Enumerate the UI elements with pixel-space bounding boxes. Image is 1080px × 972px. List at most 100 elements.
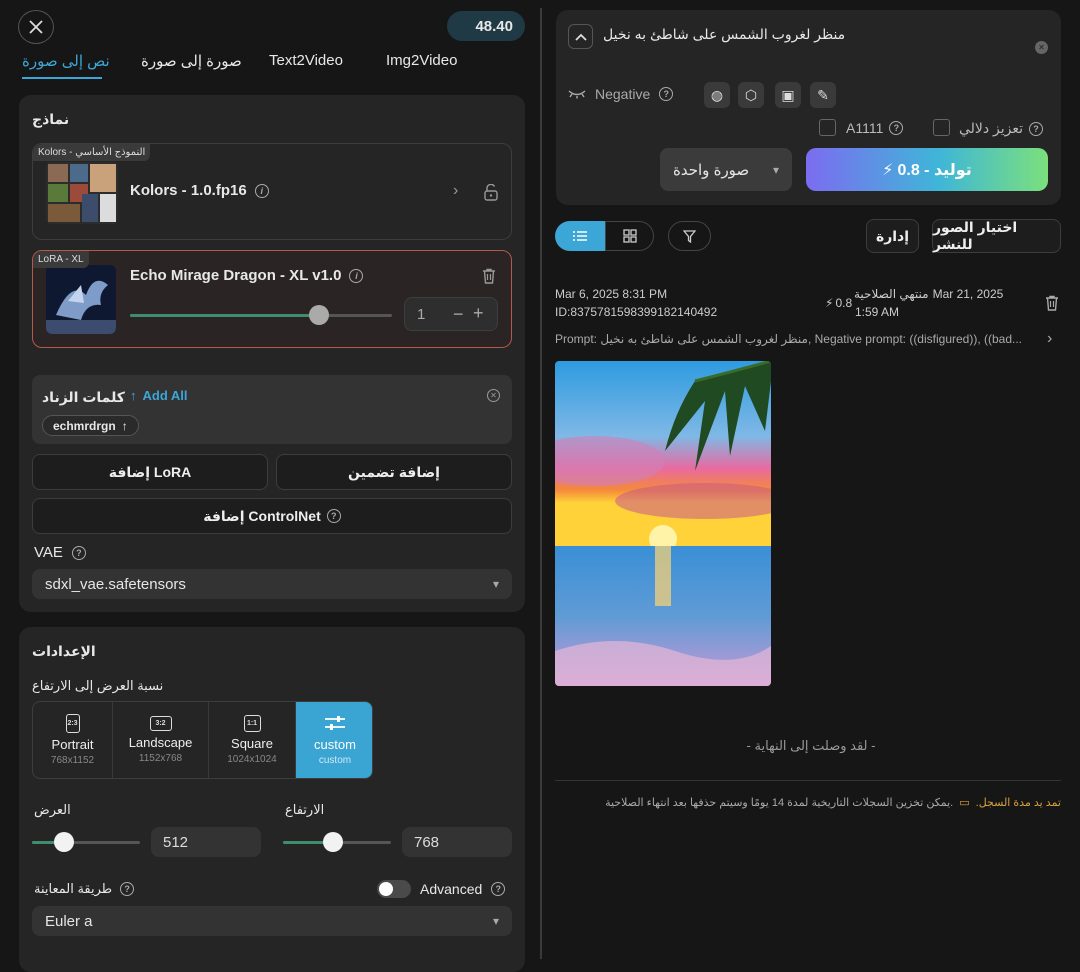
plus-icon[interactable]: + [473, 303, 484, 324]
generated-image[interactable] [555, 361, 771, 686]
semantic-boost-checkbox[interactable] [933, 119, 950, 136]
lora-badge: LoRA - XL [33, 251, 89, 268]
image-count-value: صورة واحدة [673, 161, 750, 179]
filter-icon [683, 229, 696, 243]
record-cost-value: 0.8 [835, 296, 853, 310]
semantic-boost-label-text: تعزيز دلالي [959, 120, 1024, 136]
tab-text2video[interactable]: Text2Video [269, 52, 343, 69]
lora-weight-value: 1 [417, 305, 426, 323]
select-publish-button[interactable]: اختيار الصور للنشر [932, 219, 1061, 253]
prompt-text[interactable]: منظر لغروب الشمس على شاطئ به نخيل [603, 26, 845, 43]
height-input[interactable]: 768 [402, 827, 512, 857]
minus-icon[interactable]: − [453, 304, 464, 325]
generate-label: 0.8 - توليد [897, 161, 972, 179]
dice-icon[interactable]: ⬡ [738, 82, 764, 108]
height-slider[interactable] [283, 832, 391, 852]
help-icon[interactable]: ? [71, 545, 86, 560]
manage-button[interactable]: إدارة [866, 219, 919, 253]
lora-weight-stepper[interactable]: 1 − + [404, 297, 498, 331]
end-of-list-text: - لقد وصلت إلى النهاية - [746, 738, 876, 753]
retention-note: تمد يد مدة السجل. ▭ .يمكن تخزين السجلات … [555, 796, 1061, 809]
record-prompt-line[interactable]: Prompt: منظر لغروب الشمس على شاطئ به نخي… [555, 332, 1033, 346]
close-icon [29, 20, 43, 34]
width-slider[interactable] [32, 832, 140, 852]
chevron-right-icon[interactable]: › [1047, 330, 1052, 348]
aspect-ratio-group: 2:3 Portrait 768x1152 3:2 Landscape 1152… [32, 701, 373, 779]
aspect-custom[interactable]: custom custom [296, 702, 372, 778]
add-embedding-button[interactable]: إضافة تضمين [276, 454, 512, 490]
close-button[interactable] [18, 10, 54, 44]
aspect-square[interactable]: 1:1 Square 1024x1024 [209, 702, 296, 778]
add-controlnet-button[interactable]: إضافة ControlNet ? [32, 498, 512, 534]
negative-toggle[interactable]: Negative ? [568, 86, 674, 102]
trash-icon[interactable] [482, 268, 496, 284]
toggle-switch[interactable] [377, 880, 411, 898]
help-icon[interactable]: ? [120, 882, 135, 896]
info-icon[interactable]: i [254, 183, 269, 198]
help-icon[interactable]: ? [889, 121, 904, 135]
clear-icon[interactable]: ✕ [487, 389, 500, 402]
grid-icon [622, 229, 637, 243]
clear-prompt-icon[interactable]: ✕ [1035, 41, 1048, 54]
sampler-label: طريقة المعاينة ? [34, 881, 135, 897]
height-label: الارتفاع [285, 802, 325, 817]
width-slider-thumb[interactable] [54, 832, 75, 852]
lora-card[interactable]: LoRA - XL Echo Mirage Dragon - XL v1.0 i… [32, 250, 512, 348]
add-lora-button[interactable]: إضافة LoRA [32, 454, 268, 490]
base-model-thumbnail [46, 162, 118, 224]
base-model-name-text: Kolors - 1.0.fp16 [130, 182, 247, 199]
lora-weight-slider-thumb[interactable] [308, 305, 329, 325]
tab-text-to-image[interactable]: نص إلى صورة [22, 52, 110, 79]
tab-img2video[interactable]: Img2Video [386, 52, 457, 69]
vae-select[interactable]: sdxl_vae.safetensors ▾ [32, 569, 512, 599]
base-model-badge: Kolors - النموذج الأساسي [33, 144, 151, 161]
help-icon[interactable]: ? [326, 509, 341, 523]
globe-icon[interactable]: ◍ [704, 82, 730, 108]
height-value: 768 [414, 833, 440, 851]
add-controlnet-label: إضافة ControlNet [203, 507, 321, 524]
record-date: Mar 6, 2025 8:31 PM [555, 287, 668, 301]
chevron-right-icon[interactable]: › [453, 182, 458, 200]
select-publish-label: اختيار الصور للنشر [933, 219, 1018, 252]
bolt-icon: ⚡ [882, 161, 894, 179]
extend-retention-link[interactable]: تمد يد مدة السجل. [976, 796, 1061, 809]
collapse-button[interactable] [568, 24, 593, 49]
sampler-select[interactable]: Euler a ▾ [32, 906, 512, 936]
tab-image-to-image[interactable]: صورة إلى صورة [141, 52, 242, 70]
image-prompt-icon[interactable]: ▣ [775, 82, 801, 108]
list-view-button[interactable] [555, 221, 605, 251]
generate-button[interactable]: ⚡ 0.8 - توليد [806, 148, 1048, 191]
grid-view-button[interactable] [605, 221, 654, 251]
height-slider-thumb[interactable] [322, 832, 343, 852]
trash-icon[interactable] [1045, 295, 1059, 311]
record-id: ID:837578159839918214049​2 [555, 305, 718, 319]
lora-weight-slider[interactable] [130, 305, 392, 325]
trigger-word-chip[interactable]: echmrdrgn ↑ [42, 415, 139, 436]
help-icon[interactable]: ? [1029, 121, 1044, 136]
tab-label: Text2Video [269, 52, 343, 69]
a1111-label: A1111 ? [846, 120, 904, 136]
advanced-toggle[interactable]: Advanced ? [377, 880, 506, 898]
width-label: العرض [34, 802, 71, 817]
retention-note-text: .يمكن تخزين السجلات التاريخية لمدة 14 يو… [605, 797, 954, 809]
trigger-words-box: كلمات الزناد ↑ Add All ✕ echmrdrgn ↑ [32, 375, 512, 444]
width-input[interactable]: 512 [151, 827, 261, 857]
aspect-portrait[interactable]: 2:3 Portrait 768x1152 [33, 702, 113, 778]
add-all-button[interactable]: ↑ Add All [130, 388, 188, 403]
aspect-landscape[interactable]: 3:2 Landscape 1152x768 [113, 702, 209, 778]
help-icon[interactable]: ? [491, 882, 506, 896]
help-icon[interactable]: ? [659, 87, 674, 101]
image-count-select[interactable]: صورة واحدة ▾ [660, 148, 792, 191]
unlock-icon[interactable] [483, 184, 499, 201]
record-expiry-date: Mar 21, 2025 [932, 287, 1004, 301]
info-icon[interactable]: i [349, 268, 364, 283]
negative-label: Negative [595, 86, 651, 102]
width-value: 512 [163, 833, 189, 851]
magic-wand-icon[interactable]: ✎ [810, 82, 836, 108]
a1111-checkbox[interactable] [819, 119, 836, 136]
record-expiry: منتهي الصلاحية Mar 21, 2025 [854, 287, 1003, 301]
a1111-label-text: A1111 [846, 120, 884, 136]
base-model-card[interactable]: Kolors - النموذج الأساسي Kolors - 1.0.fp… [32, 143, 512, 240]
models-card: نماذج Kolors - النموذج الأساسي Kolors - … [19, 95, 525, 612]
filter-button[interactable] [668, 221, 711, 251]
